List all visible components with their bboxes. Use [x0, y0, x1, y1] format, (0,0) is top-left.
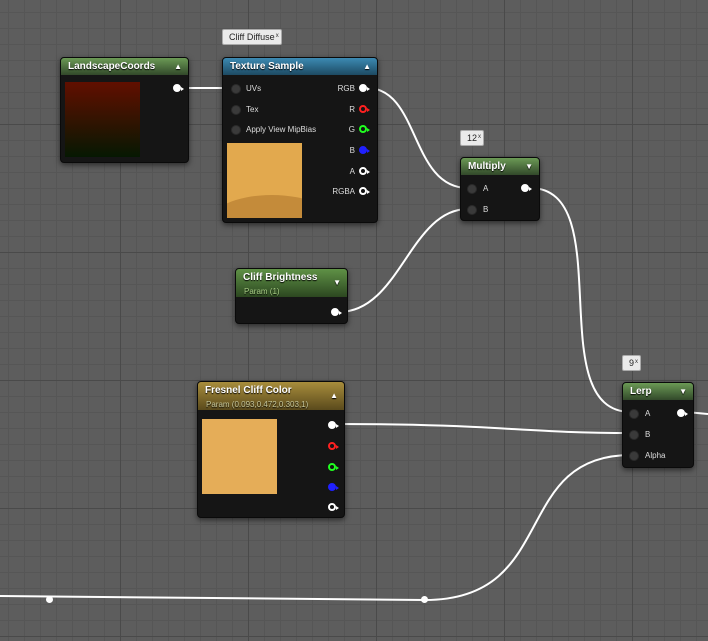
pin-label-uvs: UVs: [246, 84, 262, 93]
output-pin-rgb[interactable]: [328, 421, 339, 429]
lerp-header[interactable]: Lerp ▼: [623, 383, 693, 400]
node-title: Lerp: [630, 386, 652, 397]
output-pin-b[interactable]: [359, 146, 370, 154]
collapse-icon[interactable]: ▲: [174, 58, 182, 75]
pin-label-b: B: [349, 146, 355, 155]
node-subtitle: Param (1): [244, 287, 280, 296]
pin-label-b: B: [483, 205, 489, 214]
input-pin-alpha[interactable]: [629, 451, 639, 461]
node-title: Texture Sample: [230, 61, 304, 72]
texture-sample-node[interactable]: Texture Sample ▲ UVs Tex Apply View MipB…: [222, 57, 378, 223]
output-pin-r[interactable]: [359, 105, 370, 113]
node-title: Multiply: [468, 161, 506, 172]
cliff-brightness-header[interactable]: Cliff Brightness Param (1) ▼: [236, 269, 347, 297]
texture-preview: [227, 143, 302, 218]
comment-text: 12: [467, 133, 478, 143]
reroute-node-left[interactable]: [46, 596, 53, 603]
input-pin-a[interactable]: [467, 184, 477, 194]
pin-label-a: A: [645, 409, 651, 418]
wire-multiply-to-lerp-a[interactable]: [529, 187, 632, 413]
output-pin-b[interactable]: [328, 483, 339, 491]
output-pin-rgb[interactable]: [359, 84, 370, 92]
reroute-node-right[interactable]: [421, 596, 428, 603]
multiply-node[interactable]: Multiply ▼ A B: [460, 157, 540, 221]
input-pin-a[interactable]: [629, 409, 639, 419]
wire-fresnel-to-lerp-b[interactable]: [335, 423, 632, 434]
texture-sample-header[interactable]: Texture Sample ▲: [223, 58, 377, 75]
output-pin-rgba[interactable]: [359, 187, 370, 195]
landscape-coords-preview: [65, 82, 140, 157]
pin-label-rgb: RGB: [337, 84, 355, 93]
node-title: Cliff Brightness: [243, 272, 318, 283]
close-icon[interactable]: x: [276, 29, 279, 43]
pin-label-tex: Tex: [246, 105, 259, 114]
collapse-icon[interactable]: ▼: [333, 274, 341, 291]
pin-label-b: B: [645, 430, 651, 439]
multiply-header[interactable]: Multiply ▼: [461, 158, 539, 175]
pin-label-rgba: RGBA: [332, 187, 355, 196]
close-icon[interactable]: x: [635, 355, 638, 369]
pin-label-a: A: [483, 184, 489, 193]
lerp-node[interactable]: Lerp ▼ A B Alpha: [622, 382, 694, 468]
landscape-coords-node[interactable]: LandscapeCoords ▲: [60, 57, 189, 163]
node-title: LandscapeCoords: [68, 61, 156, 72]
output-pin[interactable]: [173, 84, 184, 92]
comment-bubble[interactable]: 9x: [622, 355, 642, 371]
pin-label-mipbias: Apply View MipBias: [246, 125, 317, 134]
input-pin-uvs[interactable]: [231, 84, 241, 94]
collapse-icon[interactable]: ▲: [363, 58, 371, 75]
close-icon[interactable]: x: [478, 130, 481, 144]
comment-bubble[interactable]: 12 x: [460, 130, 485, 146]
input-pin-b[interactable]: [629, 430, 639, 440]
pin-label-a: A: [349, 167, 355, 176]
output-pin-g[interactable]: [328, 463, 339, 471]
wire-brightness-to-multiply-b[interactable]: [338, 208, 469, 313]
output-pin-r[interactable]: [328, 442, 339, 450]
input-pin-b[interactable]: [467, 205, 477, 215]
comment-bubble[interactable]: Cliff Diffuse x: [222, 29, 282, 45]
output-pin[interactable]: [521, 184, 532, 192]
node-title: Fresnel Cliff Color: [205, 385, 292, 396]
landscape-coords-header[interactable]: LandscapeCoords ▲: [61, 58, 188, 75]
node-subtitle: Param (0.093,0.472,0.303,1): [206, 400, 309, 409]
output-pin-a[interactable]: [328, 503, 339, 511]
pin-label-r: R: [349, 105, 355, 114]
output-pin-a[interactable]: [359, 167, 370, 175]
collapse-icon[interactable]: ▲: [330, 387, 338, 404]
comment-text: Cliff Diffuse: [229, 32, 275, 42]
cliff-brightness-node[interactable]: Cliff Brightness Param (1) ▼: [235, 268, 348, 324]
input-pin-tex[interactable]: [231, 105, 241, 115]
pin-label-alpha: Alpha: [645, 451, 666, 460]
output-pin[interactable]: [677, 409, 688, 417]
pin-label-g: G: [348, 125, 355, 134]
output-pin[interactable]: [331, 308, 342, 316]
comment-text: 9: [629, 358, 635, 368]
collapse-icon[interactable]: ▼: [679, 383, 687, 400]
color-swatch-preview: [202, 419, 277, 494]
fresnel-cliff-color-node[interactable]: Fresnel Cliff Color Param (0.093,0.472,0…: [197, 381, 345, 518]
collapse-icon[interactable]: ▼: [525, 158, 533, 175]
wire-rgb-to-multiply-a[interactable]: [366, 87, 469, 189]
fresnel-cliff-color-header[interactable]: Fresnel Cliff Color Param (0.093,0.472,0…: [198, 382, 344, 410]
input-pin-mipbias[interactable]: [231, 125, 241, 135]
output-pin-g[interactable]: [359, 125, 370, 133]
